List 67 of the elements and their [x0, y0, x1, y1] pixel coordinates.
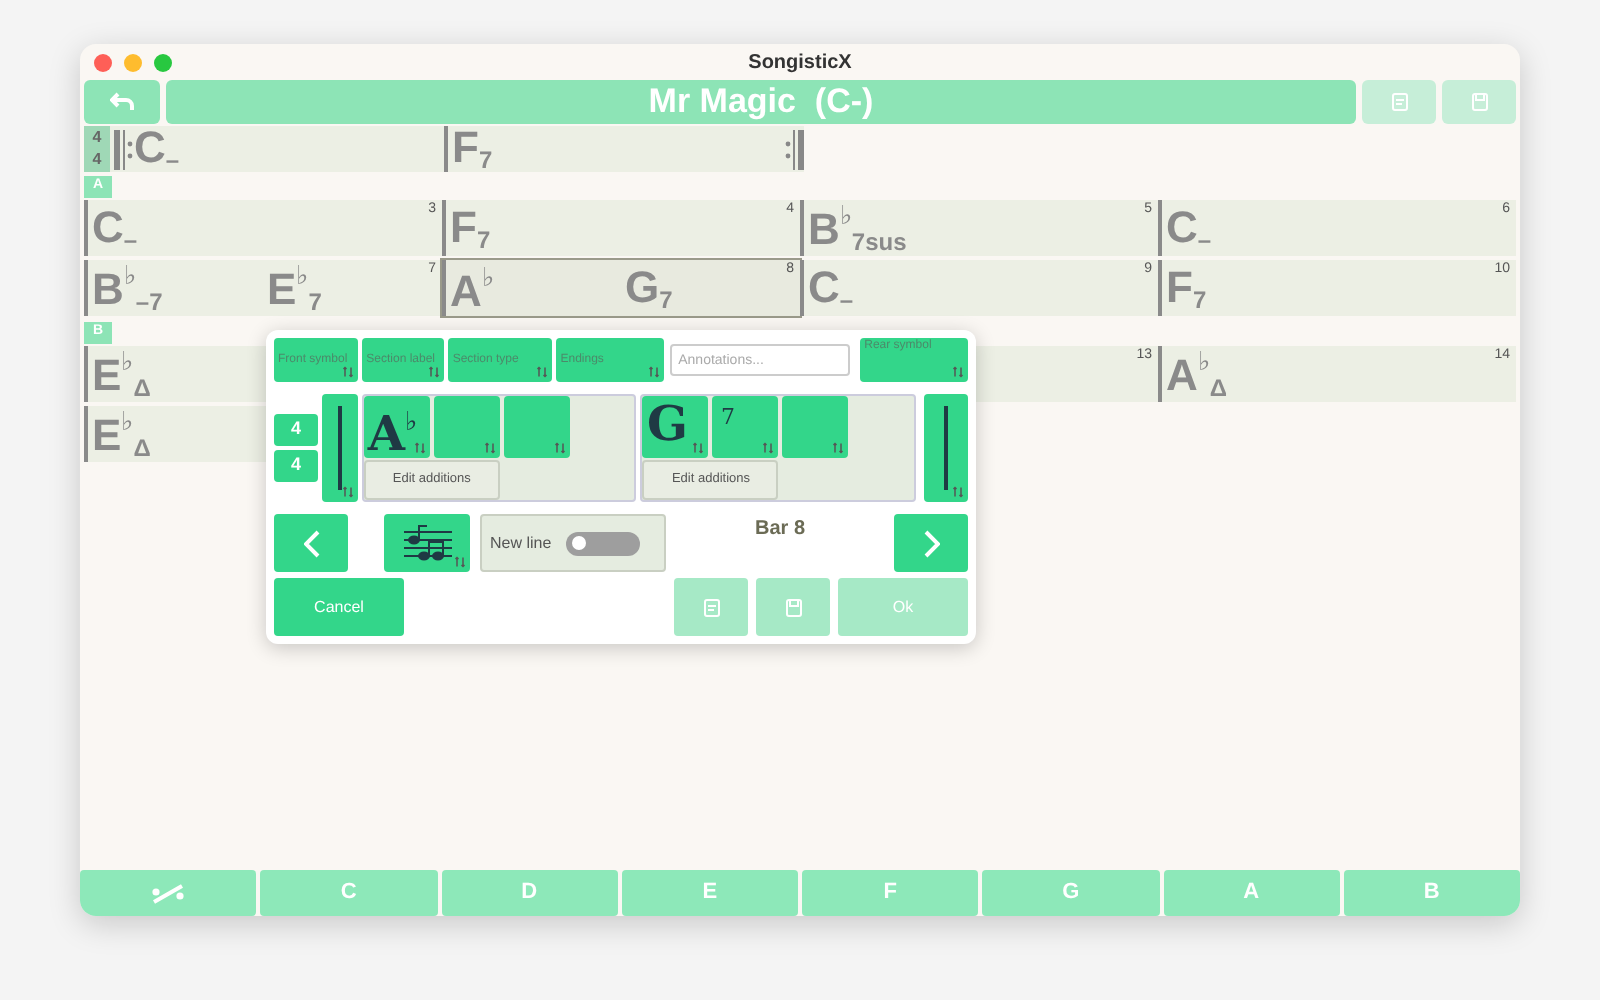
previous-button[interactable]	[274, 514, 348, 572]
zoom-button[interactable]	[154, 53, 172, 71]
barline-button[interactable]	[924, 394, 969, 502]
bar-cell[interactable]: F$_{7}$	[444, 126, 804, 172]
swap-icon	[952, 486, 965, 498]
time-signature-button[interactable]: 4	[274, 414, 318, 446]
repeat-start-icon	[114, 129, 134, 169]
barline-icon	[337, 406, 342, 490]
swap-icon	[342, 366, 355, 378]
chord-slot[interactable]: G	[642, 396, 709, 458]
chord-slot[interactable]: A$^{♭}$	[363, 396, 430, 458]
chord-slot[interactable]	[782, 396, 849, 458]
document-icon	[1389, 92, 1409, 112]
repeat-end-icon	[784, 129, 804, 169]
new-line-label: New line	[490, 531, 552, 555]
back-button[interactable]	[84, 80, 160, 124]
barline-icon	[944, 406, 949, 490]
bar-cell[interactable]: C$_{–}$	[110, 126, 444, 172]
barline-button[interactable]	[321, 394, 358, 502]
swap-icon	[341, 486, 354, 498]
swap-icon	[454, 556, 466, 568]
cancel-button[interactable]: Cancel	[274, 578, 404, 636]
chord-symbol: C$_{–}$	[134, 126, 180, 172]
save-icon	[1469, 92, 1489, 112]
chord-slot[interactable]	[433, 396, 500, 458]
swap-icon	[692, 442, 705, 454]
chord-symbol: C$_{–}$	[1166, 205, 1212, 251]
chord-symbol: G$_{7}$	[625, 265, 673, 311]
swap-icon	[762, 442, 775, 454]
music-notes-icon	[401, 523, 453, 563]
window-title: SongisticX	[748, 49, 852, 77]
swap-icon	[951, 366, 964, 378]
next-button[interactable]	[894, 514, 968, 572]
song-title: Mr Magic (C-)	[166, 80, 1356, 124]
save-icon	[783, 597, 803, 617]
swap-icon	[832, 442, 845, 454]
icon-button[interactable]	[674, 578, 748, 636]
icon-button[interactable]	[756, 578, 830, 636]
close-button[interactable]	[94, 53, 112, 71]
key-button[interactable]	[80, 870, 257, 916]
chord-symbol: F$_{7}$	[450, 205, 491, 251]
new-line-toggle[interactable]	[565, 531, 640, 555]
chord-symbol: C$_{–}$	[808, 265, 854, 311]
toolbar-button[interactable]	[1362, 80, 1436, 124]
chevron-left-icon	[303, 529, 319, 557]
chord-symbol: F$_{7}$	[1166, 265, 1207, 311]
minimize-button[interactable]	[124, 53, 142, 71]
toolbar-button[interactable]	[1442, 80, 1516, 124]
time-signature[interactable]: 4 4	[84, 126, 110, 172]
swap-icon	[553, 442, 566, 454]
swap-icon	[483, 442, 496, 454]
swap-icon	[428, 366, 441, 378]
repeat-bar-icon	[150, 883, 187, 903]
chord-symbol: F$_{7}$	[452, 126, 493, 172]
chord-slot[interactable]: 7	[712, 396, 779, 458]
time-signature-button[interactable]: 4	[274, 450, 318, 482]
chord-symbol: A$^{♭}$	[450, 263, 494, 313]
bar-label: Bar 8	[754, 516, 805, 544]
document-icon	[701, 597, 721, 617]
chord-slot[interactable]	[503, 396, 570, 458]
swap-icon	[536, 366, 549, 378]
swap-icon	[648, 366, 661, 378]
chevron-right-icon	[923, 529, 939, 557]
chord-symbol: C$_{–}$	[92, 205, 138, 251]
swap-icon	[413, 442, 426, 454]
back-arrow-icon	[110, 92, 134, 112]
notation-button[interactable]	[384, 514, 470, 572]
